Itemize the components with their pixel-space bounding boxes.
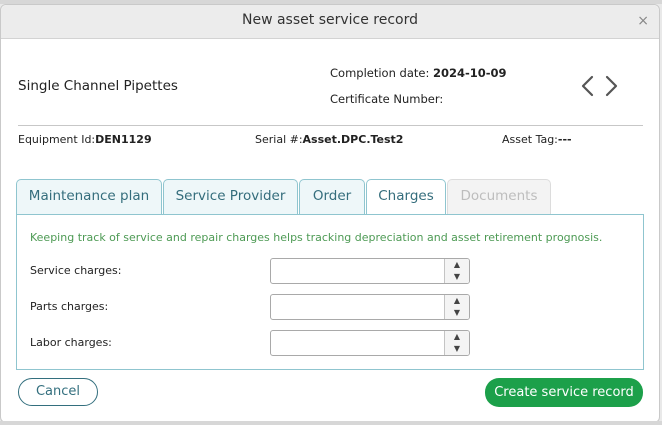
- tab-charges[interactable]: Charges: [366, 179, 446, 215]
- certificate-number-label: Certificate Number:: [330, 92, 444, 106]
- certificate-number: Certificate Number:: [330, 92, 443, 106]
- service-charges-label: Service charges:: [30, 264, 122, 277]
- decrement-arrow-icon[interactable]: ▼: [445, 271, 469, 283]
- labor-charges-label: Labor charges:: [30, 336, 112, 349]
- close-icon[interactable]: ×: [637, 14, 649, 28]
- create-service-record-button[interactable]: Create service record: [485, 378, 643, 407]
- decrement-arrow-icon[interactable]: ▼: [445, 307, 469, 319]
- increment-arrow-icon[interactable]: ▲: [445, 331, 469, 343]
- cancel-button[interactable]: Cancel: [18, 378, 98, 406]
- header-divider: [18, 125, 643, 126]
- equipment-id-value: DEN1129: [95, 133, 152, 146]
- equipment-id-label: Equipment Id:: [18, 133, 96, 146]
- service-record-dialog: New asset service record × Single Channe…: [0, 4, 660, 423]
- asset-name: Single Channel Pipettes: [18, 78, 178, 94]
- tab-service-provider[interactable]: Service Provider: [163, 179, 298, 214]
- labor-charges-stepper: ▲ ▼: [270, 330, 470, 356]
- parts-charges-input[interactable]: [271, 295, 443, 319]
- service-charges-input[interactable]: [271, 259, 443, 283]
- previous-record-chevron-icon[interactable]: [579, 74, 597, 98]
- completion-date: Completion date: 2024-10-09: [330, 66, 507, 80]
- charges-hint: Keeping track of service and repair char…: [30, 231, 603, 244]
- background-strip-bottom: [0, 421, 662, 425]
- completion-date-value: 2024-10-09: [432, 66, 507, 80]
- increment-arrow-icon[interactable]: ▲: [445, 295, 469, 307]
- completion-date-label: Completion date:: [330, 66, 433, 80]
- service-charges-spinner: ▲ ▼: [444, 259, 469, 283]
- parts-charges-spinner: ▲ ▼: [444, 295, 469, 319]
- decrement-arrow-icon[interactable]: ▼: [445, 343, 469, 355]
- asset-tag: Asset Tag:---: [502, 133, 572, 146]
- dialog-title: New asset service record: [241, 12, 419, 28]
- labor-charges-input[interactable]: [271, 331, 443, 355]
- asset-tag-value: ---: [557, 133, 572, 146]
- increment-arrow-icon[interactable]: ▲: [445, 259, 469, 271]
- tab-maintenance-plan[interactable]: Maintenance plan: [16, 179, 162, 214]
- equipment-id: Equipment Id:DEN1129: [18, 133, 152, 146]
- labor-charges-spinner: ▲ ▼: [444, 331, 469, 355]
- dialog-titlebar: New asset service record ×: [1, 5, 659, 39]
- serial-number-value: Asset.DPC.Test2: [302, 133, 404, 146]
- charges-panel: Keeping track of service and repair char…: [16, 214, 644, 370]
- asset-tag-label: Asset Tag:: [502, 133, 558, 146]
- serial-number: Serial #:Asset.DPC.Test2: [255, 133, 403, 146]
- tab-documents: Documents: [447, 179, 551, 214]
- parts-charges-label: Parts charges:: [30, 300, 109, 313]
- next-record-chevron-icon[interactable]: [602, 74, 620, 98]
- tab-order[interactable]: Order: [299, 179, 365, 214]
- service-charges-stepper: ▲ ▼: [270, 258, 470, 284]
- serial-number-label: Serial #:: [255, 133, 303, 146]
- parts-charges-stepper: ▲ ▼: [270, 294, 470, 320]
